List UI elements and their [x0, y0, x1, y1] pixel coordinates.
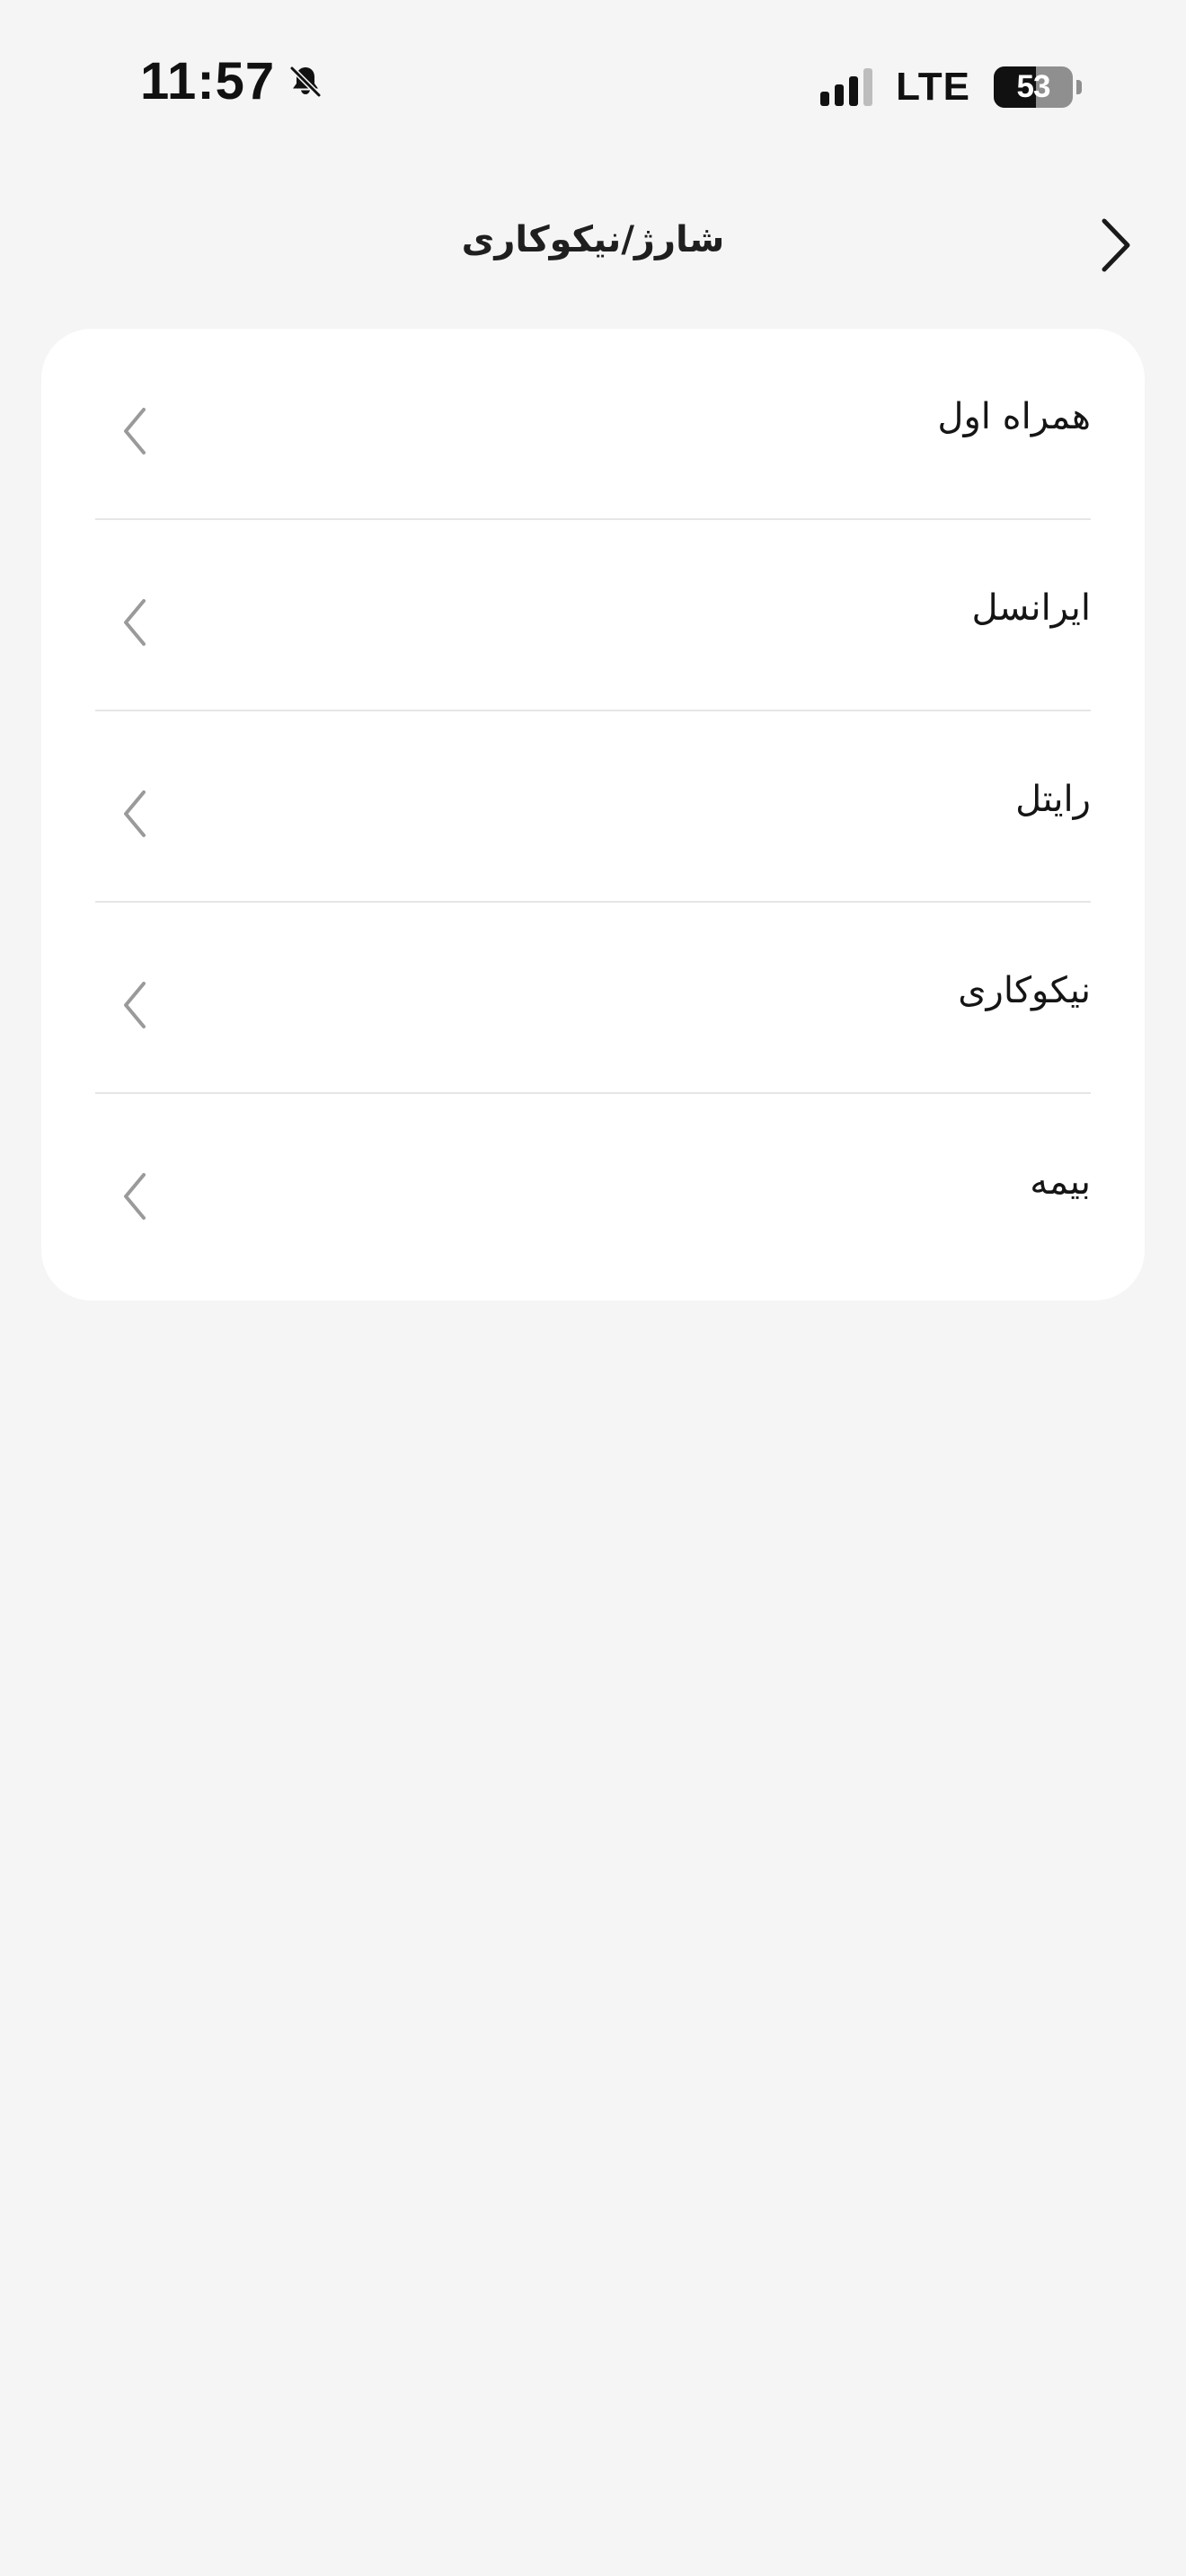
page-header: شارژ/نیکوکاری	[0, 202, 1186, 292]
battery-level: 53	[1016, 69, 1051, 104]
status-indicators: LTE 53	[820, 66, 1082, 108]
chevron-left-icon	[120, 1171, 149, 1222]
signal-bar-2	[835, 84, 845, 106]
chevron-left-icon	[120, 597, 149, 648]
list-item-label: رایتل	[1015, 779, 1091, 820]
list-item-label: همراه اول	[937, 396, 1091, 437]
status-time: 11:57	[140, 52, 276, 110]
time-group: 11:57	[140, 56, 325, 108]
signal-icon	[820, 68, 873, 106]
chevron-right-icon	[1097, 216, 1133, 278]
list-item-rightel[interactable]: رایتل	[95, 711, 1091, 903]
chevron-left-icon	[120, 980, 149, 1030]
list-item-irancell[interactable]: ایرانسل	[95, 520, 1091, 711]
list-item-insurance[interactable]: بیمه	[95, 1094, 1091, 1284]
signal-bar-3	[849, 76, 859, 106]
list-item-label: ایرانسل	[971, 587, 1091, 629]
signal-bar-4	[863, 68, 873, 106]
back-button[interactable]	[1089, 215, 1141, 279]
chevron-left-icon	[120, 789, 149, 839]
network-type: LTE	[896, 65, 970, 109]
chevron-left-icon	[120, 406, 149, 456]
page-title: شارژ/نیکوکاری	[461, 219, 725, 260]
battery-tip	[1076, 80, 1082, 94]
bell-slash-icon	[286, 62, 325, 101]
status-bar: 11:57 LTE 53	[0, 0, 1186, 171]
list-item-label: بیمه	[1030, 1161, 1091, 1203]
list-item-hamrah-aval[interactable]: همراه اول	[95, 329, 1091, 520]
list-item-label: نیکوکاری	[958, 970, 1091, 1011]
battery-icon: 53	[994, 66, 1073, 108]
signal-bar-1	[820, 92, 830, 106]
options-card: همراه اول ایرانسل رایتل نیکوکاری بیمه	[41, 329, 1145, 1301]
list-item-charity[interactable]: نیکوکاری	[95, 903, 1091, 1094]
